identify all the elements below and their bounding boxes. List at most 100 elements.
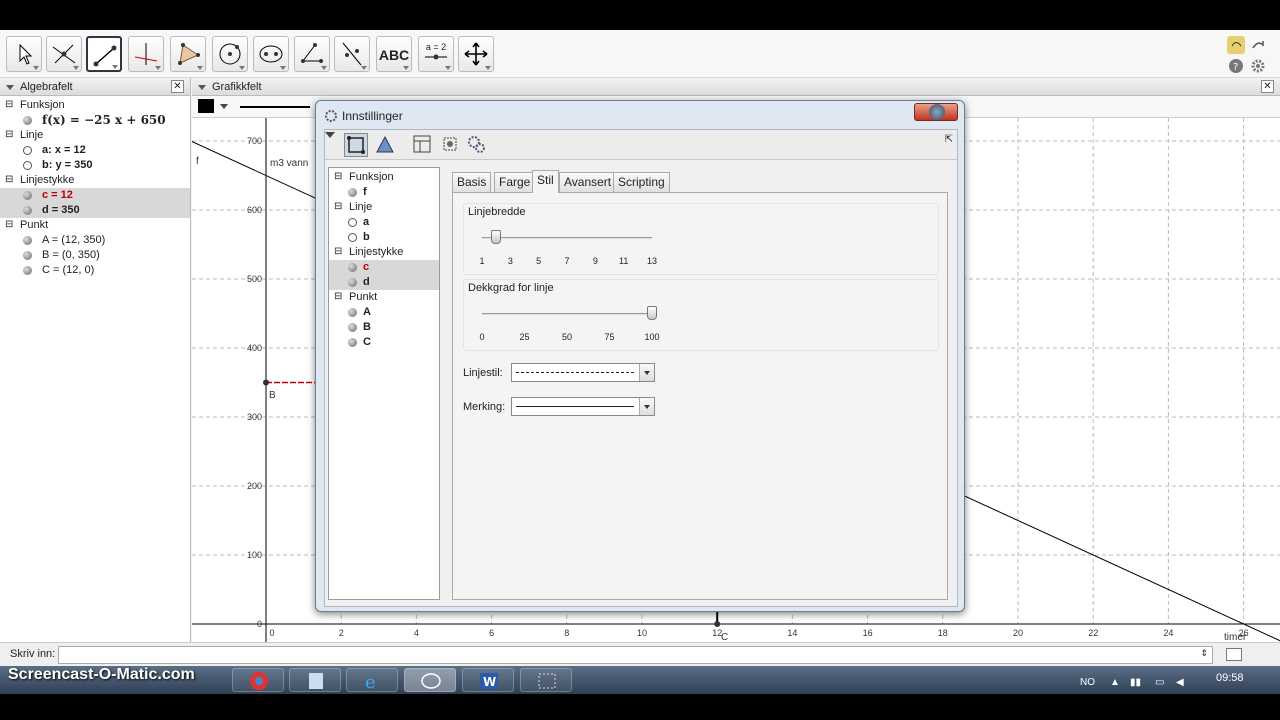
- line-opacity-track[interactable]: [482, 313, 652, 315]
- tray-battery-icon[interactable]: ▭: [1155, 677, 1164, 688]
- group-funksjon[interactable]: ⊟ Funksjon: [0, 98, 190, 113]
- tree-group-linje[interactable]: ⊟ Linje: [329, 200, 439, 215]
- slider-tick-label: 13: [646, 256, 658, 266]
- conic-tool[interactable]: [253, 36, 289, 72]
- visibility-icon[interactable]: [23, 116, 32, 125]
- tab-basis[interactable]: Basis: [452, 172, 492, 192]
- visibility-icon[interactable]: [23, 266, 32, 275]
- visibility-icon[interactable]: [23, 236, 32, 245]
- visibility-icon[interactable]: [23, 251, 32, 260]
- x-tick-label: 16: [863, 628, 873, 638]
- clock-time[interactable]: 09:58: [1216, 672, 1244, 684]
- tree-item[interactable]: d: [329, 275, 439, 290]
- line-thickness-slider[interactable]: [491, 230, 502, 244]
- taskbar-ie[interactable]: e: [346, 668, 398, 692]
- x-tick-label: 24: [1163, 628, 1173, 638]
- tree-group-punkt[interactable]: ⊟ Punkt: [329, 290, 439, 305]
- language-indicator[interactable]: NO: [1080, 677, 1095, 688]
- line-thickness-section: Linjebredde 1 3 5 7 9 11 13: [463, 203, 939, 275]
- tree-group-linjestykke[interactable]: ⊟ Linjestykke: [329, 245, 439, 260]
- tray-network-icon[interactable]: ▮▮: [1130, 677, 1141, 688]
- point-tool[interactable]: [46, 36, 82, 72]
- settings-gear-icon[interactable]: [1249, 57, 1267, 75]
- taskbar-word[interactable]: W: [462, 668, 514, 692]
- visibility-icon[interactable]: [23, 191, 32, 200]
- list-item[interactable]: d = 350: [0, 203, 190, 218]
- tree-item[interactable]: B: [329, 320, 439, 335]
- polygon-tool[interactable]: [170, 36, 206, 72]
- expand-icon[interactable]: ⇱: [945, 134, 953, 145]
- chevron-down-icon[interactable]: [325, 132, 335, 138]
- segment-tool[interactable]: [86, 36, 122, 72]
- group-linje[interactable]: ⊟ Linje: [0, 128, 190, 143]
- list-item[interactable]: C = (12, 0): [0, 263, 190, 278]
- help-icon[interactable]: ?: [1227, 57, 1245, 75]
- visibility-icon[interactable]: [23, 146, 32, 155]
- list-item[interactable]: B = (0, 350): [0, 248, 190, 263]
- taskbar-notes[interactable]: [289, 668, 341, 692]
- tab-stil[interactable]: Stil: [532, 170, 559, 193]
- up-down-icon[interactable]: ⇕: [1200, 648, 1208, 659]
- group-linjestykke[interactable]: ⊟ Linjestykke: [0, 173, 190, 188]
- tree-item[interactable]: A: [329, 305, 439, 320]
- circle-tool[interactable]: [212, 36, 248, 72]
- tab-avansert[interactable]: Avansert: [559, 172, 617, 192]
- input-field[interactable]: ⇕: [58, 646, 1213, 664]
- redo-icon[interactable]: [1249, 36, 1267, 54]
- visibility-icon[interactable]: [23, 206, 32, 215]
- angle-tool[interactable]: [294, 36, 330, 72]
- layout-settings-button[interactable]: [411, 133, 435, 157]
- tree-group-funksjon[interactable]: ⊟ Funksjon: [329, 170, 439, 185]
- text-tool[interactable]: ABC: [376, 36, 412, 72]
- decoration-select[interactable]: [511, 397, 655, 416]
- keyboard-icon[interactable]: [1226, 648, 1242, 661]
- perpendicular-line-tool[interactable]: [128, 36, 164, 72]
- slider-tick-label: 5: [536, 256, 542, 266]
- list-item[interactable]: a: x = 12: [0, 143, 190, 158]
- taskbar-recorder[interactable]: [520, 668, 572, 692]
- advanced-settings-button[interactable]: [465, 133, 489, 157]
- undo-icon[interactable]: [1227, 36, 1245, 54]
- close-button[interactable]: [914, 103, 958, 121]
- visibility-icon[interactable]: [23, 161, 32, 170]
- line-thickness-track[interactable]: [482, 237, 652, 239]
- graphics-settings-button[interactable]: [374, 133, 398, 157]
- slider-tick-label: 3: [507, 256, 513, 266]
- collapse-arrow-icon[interactable]: [6, 85, 14, 90]
- chevron-down-icon[interactable]: [639, 364, 654, 381]
- tree-item[interactable]: b: [329, 230, 439, 245]
- slider-tick-label: 75: [604, 332, 615, 342]
- tray-volume-icon[interactable]: ◀: [1176, 677, 1184, 688]
- tab-farge[interactable]: Farge: [494, 172, 536, 192]
- close-icon: [929, 104, 945, 120]
- tree-item[interactable]: f: [329, 185, 439, 200]
- line-opacity-slider[interactable]: [647, 306, 657, 320]
- objects-settings-button[interactable]: [344, 133, 368, 157]
- list-item[interactable]: A = (12, 350): [0, 233, 190, 248]
- reflect-tool[interactable]: [334, 36, 370, 72]
- move-tool[interactable]: [6, 36, 42, 72]
- tab-scripting[interactable]: Scripting: [613, 172, 670, 192]
- svg-text:W: W: [483, 675, 496, 689]
- notes-icon: [309, 673, 323, 689]
- list-item[interactable]: f(x) = −25 x + 650: [0, 113, 190, 128]
- list-item[interactable]: c = 12: [0, 188, 190, 203]
- object-tree: ⊟ Funksjon f ⊟ Linje a b ⊟ Linjestykke c d …: [328, 167, 440, 600]
- taskbar-chrome[interactable]: [232, 668, 284, 692]
- tree-item[interactable]: a: [329, 215, 439, 230]
- tree-item[interactable]: c: [329, 260, 439, 275]
- algebra-view: Algebrafelt ✕ ⊟ Funksjon f(x) = −25 x + 6…: [0, 78, 191, 642]
- defaults-settings-button[interactable]: [439, 133, 463, 157]
- slider-tick-label: 0: [479, 332, 485, 342]
- taskbar-geogebra[interactable]: [404, 668, 456, 692]
- move-view-tool[interactable]: [458, 36, 494, 72]
- close-icon[interactable]: ✕: [171, 80, 184, 93]
- y-tick-label: 300: [247, 412, 262, 422]
- tray-arrow-icon[interactable]: ▲: [1110, 677, 1120, 688]
- tree-item[interactable]: C: [329, 335, 439, 350]
- line-style-select[interactable]: [511, 363, 655, 382]
- chevron-down-icon[interactable]: [639, 398, 654, 415]
- list-item[interactable]: b: y = 350: [0, 158, 190, 173]
- group-punkt[interactable]: ⊟ Punkt: [0, 218, 190, 233]
- slider-tool[interactable]: a = 2: [418, 36, 454, 72]
